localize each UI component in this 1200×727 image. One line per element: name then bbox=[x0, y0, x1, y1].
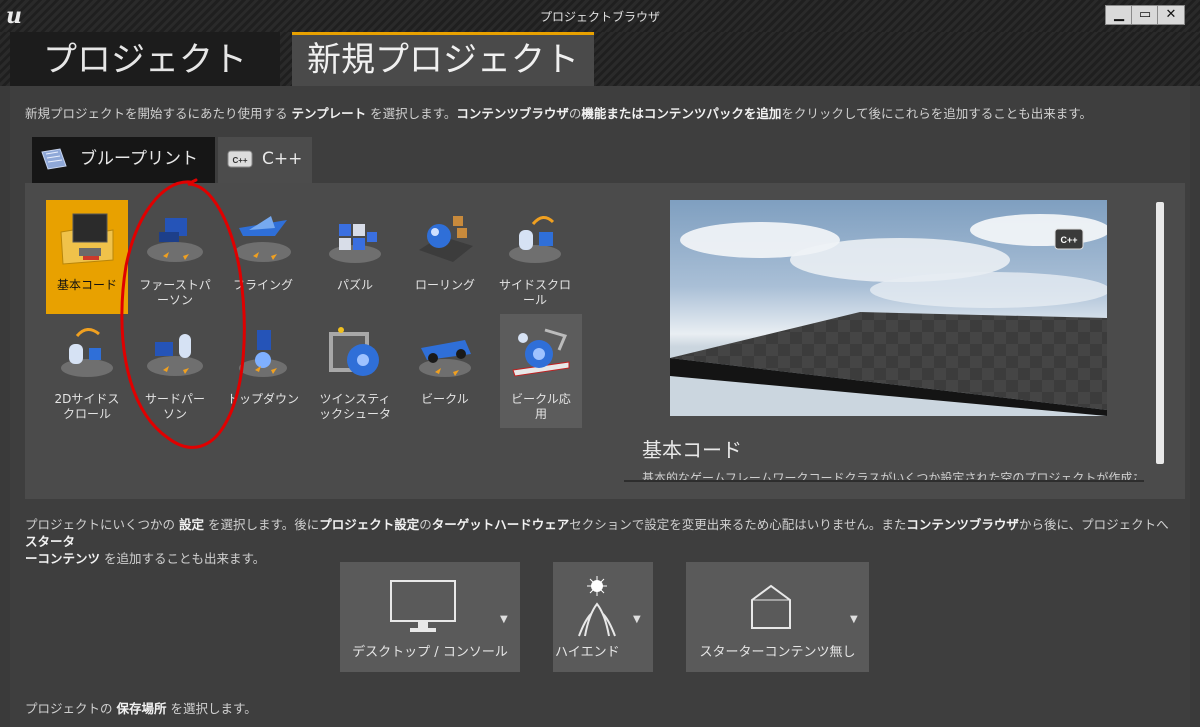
template-label: ツインスティ ックシュータ bbox=[318, 392, 391, 421]
twin-stick-icon bbox=[329, 327, 379, 376]
template-label: ファーストパ ーソン bbox=[139, 278, 211, 307]
template-label: サイドスクロ ール bbox=[498, 278, 571, 307]
window-title: プロジェクトブラウザ bbox=[539, 10, 660, 24]
template-third-person[interactable]: サードパー ソン bbox=[134, 314, 216, 428]
vehicle-advanced-icon bbox=[512, 328, 570, 377]
preview-scrollbar[interactable] bbox=[1156, 202, 1164, 464]
template-label: 基本コード bbox=[56, 278, 117, 292]
minimize-button[interactable]: ▁ bbox=[1105, 5, 1133, 25]
first-person-icon bbox=[147, 218, 203, 262]
svg-text:C++: C++ bbox=[1060, 235, 1077, 245]
tab-new-project[interactable]: 新規プロジェクト bbox=[292, 32, 594, 86]
side-scroll-icon bbox=[509, 216, 561, 263]
tab-blueprint[interactable]: ブループリント bbox=[32, 137, 215, 183]
cpp-icon: C++ bbox=[227, 150, 253, 168]
chevron-down-icon: ▼ bbox=[850, 614, 858, 625]
template-flying[interactable]: フライング bbox=[222, 200, 304, 314]
svg-text:C++: C++ bbox=[232, 156, 247, 165]
template-label: パズル bbox=[336, 278, 373, 292]
template-side-scroll-2d[interactable]: 2Dサイドス クロール bbox=[46, 314, 128, 428]
location-instructions: プロジェクトの 保存場所 を選択します。 bbox=[25, 701, 257, 716]
chevron-down-icon: ▼ bbox=[500, 614, 508, 625]
settings-instructions: プロジェクトにいくつかの 設定 を選択します。後にプロジェクト設定のターゲットハ… bbox=[25, 517, 1169, 566]
template-vehicle-advanced[interactable]: ビークル応用 bbox=[500, 314, 582, 428]
template-label: 2Dサイドス クロール bbox=[54, 392, 120, 421]
starter-content-dropdown[interactable]: ▼ スターターコンテンツ無し bbox=[686, 562, 869, 672]
high-end-icon bbox=[578, 576, 616, 637]
template-rolling[interactable]: ローリング bbox=[404, 200, 486, 314]
cpp-badge-icon: C++ bbox=[1054, 228, 1084, 250]
chevron-down-icon: ▼ bbox=[633, 614, 641, 625]
template-vehicle[interactable]: ビークル bbox=[404, 314, 486, 428]
main-tab-bar: プロジェクト 新規プロジェクト bbox=[0, 32, 1200, 86]
close-button[interactable]: ✕ bbox=[1157, 5, 1185, 25]
basic-code-icon bbox=[60, 213, 114, 265]
template-twin-stick[interactable]: ツインスティ ックシュータ bbox=[314, 314, 396, 428]
top-down-icon bbox=[239, 330, 287, 377]
platform-label: デスクトップ / コンソール bbox=[352, 645, 508, 660]
template-first-person[interactable]: ファーストパ ーソン bbox=[134, 200, 216, 314]
flying-icon bbox=[235, 216, 291, 262]
empty-box-icon bbox=[751, 584, 791, 629]
tab-blueprint-label: ブループリント bbox=[80, 149, 198, 169]
side-scroll-2d-icon bbox=[61, 328, 113, 377]
preview-scene bbox=[670, 214, 1107, 416]
template-label: フライング bbox=[232, 278, 293, 292]
monitor-icon bbox=[390, 580, 456, 632]
puzzle-icon bbox=[329, 224, 381, 263]
title-bar: u プロジェクトブラウザ ▁ ▭ ✕ bbox=[0, 0, 1200, 32]
tab-cpp-label: C++ bbox=[262, 149, 303, 169]
template-label: トップダウン bbox=[226, 392, 299, 406]
template-instructions: 新規プロジェクトを開始するにあたり使用する テンプレート を選択します。コンテン… bbox=[25, 106, 1093, 121]
starter-content-label: スターターコンテンツ無し bbox=[699, 645, 856, 660]
rolling-icon bbox=[419, 216, 473, 262]
template-basic-code[interactable]: 基本コード bbox=[46, 200, 128, 314]
template-preview-image: C++ bbox=[670, 200, 1107, 416]
template-puzzle[interactable]: パズル bbox=[314, 200, 396, 314]
platform-dropdown[interactable]: ▼ デスクトップ / コンソール bbox=[340, 562, 520, 672]
template-label: ビークル bbox=[421, 392, 469, 406]
preview-divider bbox=[624, 480, 1144, 482]
blueprint-icon bbox=[41, 148, 67, 170]
vehicle-icon bbox=[419, 340, 471, 377]
maximize-button[interactable]: ▭ bbox=[1131, 5, 1159, 25]
template-side-scroll[interactable]: サイドスクロ ール bbox=[494, 200, 576, 314]
third-person-icon bbox=[147, 334, 203, 376]
quality-label: ハイエンド bbox=[555, 645, 620, 660]
quality-dropdown[interactable]: ▼ ハイエンド bbox=[553, 562, 653, 672]
template-label: ローリング bbox=[414, 278, 475, 292]
preview-title: 基本コード bbox=[642, 438, 742, 462]
tab-project[interactable]: プロジェクト bbox=[10, 32, 280, 86]
template-label: ビークル応用 bbox=[511, 392, 571, 421]
template-top-down[interactable]: トップダウン bbox=[222, 314, 304, 428]
template-grid: 基本コード ファーストパ ーソン フライング パズル ローリング サイドスクロ … bbox=[24, 198, 604, 498]
template-label: サードパー ソン bbox=[144, 392, 205, 421]
tab-cpp[interactable]: C++ C++ bbox=[218, 137, 312, 183]
